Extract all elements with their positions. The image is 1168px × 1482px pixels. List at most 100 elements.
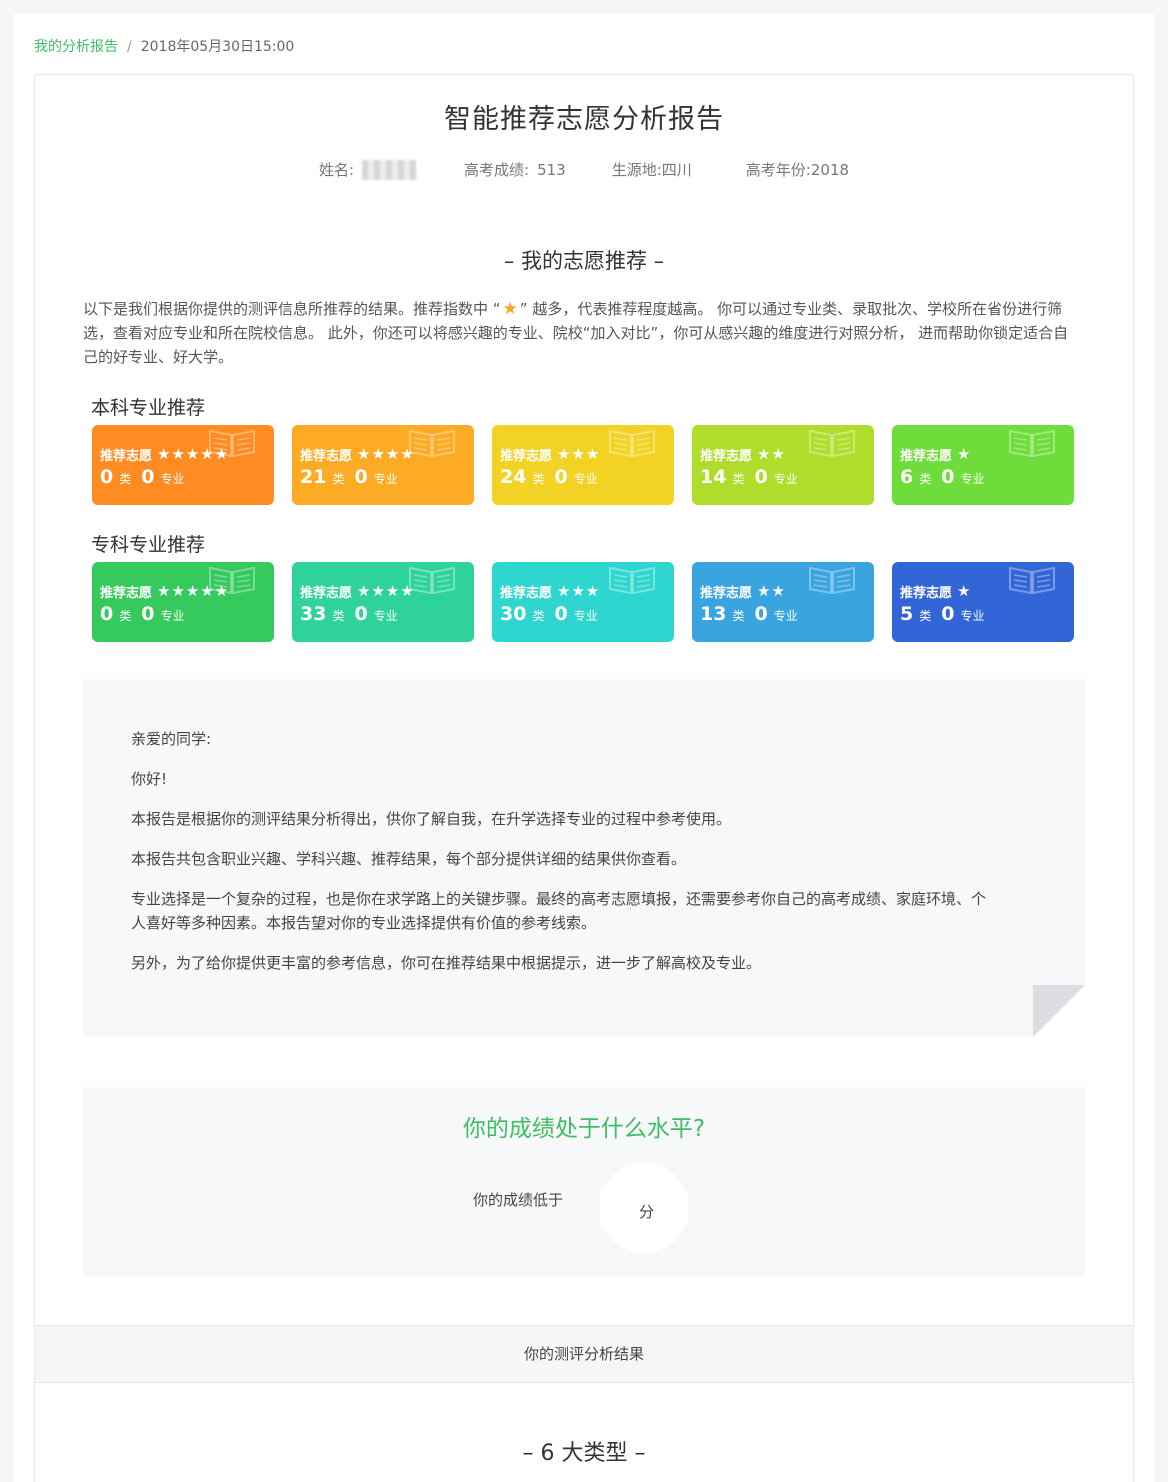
types-heading: – 6 大类型 – [522, 1441, 646, 1466]
category-unit: 类 [732, 609, 745, 623]
major-unit: 专业 [373, 609, 398, 623]
major-unit: 专业 [573, 609, 598, 623]
breadcrumb-link-reports[interactable]: 我的分析报告 [34, 39, 118, 55]
recommend-card[interactable]: 推荐志愿 ★★★★ 33 类 0 专业 [292, 562, 474, 642]
card-title: 推荐志愿 [300, 585, 353, 601]
category-count: 21 [300, 466, 327, 488]
major-count: 0 [941, 466, 955, 488]
category-count: 5 [900, 603, 914, 625]
category-unit: 类 [532, 472, 545, 486]
recommend-card[interactable]: 推荐志愿 ★★★ 24 类 0 专业 [492, 425, 674, 505]
major-count: 0 [754, 603, 768, 625]
meta-score-label: 高考成绩: [464, 161, 530, 179]
meta-origin-label: 生源地: [611, 161, 662, 179]
card-counts: 13 类 0 专业 [700, 603, 866, 625]
major-unit: 专业 [373, 472, 398, 486]
category-count: 14 [700, 466, 727, 488]
major-count: 0 [141, 466, 155, 488]
card-title: 推荐志愿 [900, 585, 953, 601]
intro-text-before: 以下是我们根据你提供的测评信息所推荐的结果。推荐指数中 “ [83, 300, 501, 318]
recommend-card[interactable]: 推荐志愿 ★★★★★ 0 类 0 专业 [92, 425, 274, 505]
category-count: 24 [500, 466, 527, 488]
card-counts: 21 类 0 专业 [300, 466, 466, 488]
score-circle: 分 [599, 1163, 689, 1253]
category-count: 6 [900, 466, 914, 488]
category-count: 0 [100, 466, 114, 488]
book-icon [808, 427, 856, 458]
book-icon [1008, 564, 1056, 595]
meta-year: 高考年份: 2018 [746, 159, 849, 180]
card-counts: 6 类 0 专业 [900, 466, 1066, 488]
star-rating-icon: ★★ [757, 582, 786, 600]
undergrad-card-row: 推荐志愿 ★★★★★ 0 类 0 专业 推荐志愿 ★★★★ 21 类 0 专业 推荐志愿 ★★★ 24 类 0 专… [92, 425, 1074, 505]
star-rating-icon: ★★ [757, 445, 786, 463]
recommend-card[interactable]: 推荐志愿 ★ 5 类 0 专业 [892, 562, 1074, 642]
book-icon [608, 564, 656, 595]
meta-score-value: 513 [537, 160, 566, 179]
recommend-card[interactable]: 推荐志愿 ★★ 13 类 0 专业 [692, 562, 874, 642]
vocational-card-row: 推荐志愿 ★★★★★ 0 类 0 专业 推荐志愿 ★★★★ 33 类 0 专业 推荐志愿 ★★★ 30 类 0 专… [92, 562, 1074, 642]
book-icon [408, 427, 456, 458]
breadcrumb: 我的分析报告 / 2018年05月30日15:00 [34, 36, 294, 56]
major-unit: 专业 [960, 609, 985, 623]
letter-paragraph: 专业选择是一个复杂的过程，也是你在求学路上的关键步骤。最终的高考志愿填报，还需要… [131, 890, 987, 932]
major-count: 0 [754, 466, 768, 488]
breadcrumb-current: 2018年05月30日15:00 [140, 39, 295, 55]
report-meta: 姓名: 高考成绩: 513 生源地: 四川 高考年份: 2018 [35, 159, 1133, 180]
major-count: 0 [941, 603, 955, 625]
letter-paragraph: 本报告是根据你的测评结果分析得出，供你了解自我，在升学选择专业的过程中参考使用。 [131, 810, 732, 828]
category-count: 30 [500, 603, 527, 625]
meta-origin: 生源地: 四川 [612, 159, 692, 180]
recommend-card[interactable]: 推荐志愿 ★ 6 类 0 专业 [892, 425, 1074, 505]
major-count: 0 [354, 603, 368, 625]
book-icon [608, 427, 656, 458]
card-title: 推荐志愿 [100, 448, 153, 464]
meta-year-value: 2018 [810, 160, 850, 179]
letter-panel: 亲爱的同学: 你好! 本报告是根据你的测评结果分析得出，供你了解自我，在升学选择… [83, 679, 1085, 1037]
page: 我的分析报告 / 2018年05月30日15:00 智能推荐志愿分析报告 姓名: 高… [14, 14, 1154, 1482]
card-counts: 0 类 0 专业 [100, 603, 266, 625]
meta-name-label: 姓名: [318, 161, 355, 179]
category-unit: 类 [332, 472, 345, 486]
card-counts: 14 类 0 专业 [700, 466, 866, 488]
book-icon [1008, 427, 1056, 458]
book-icon [408, 564, 456, 595]
card-counts: 30 类 0 专业 [500, 603, 666, 625]
score-level-panel: 你的成绩处于什么水平? 你的成绩低于 分 [83, 1087, 1085, 1277]
book-icon [208, 564, 256, 595]
letter-hello: 你好! [131, 770, 168, 788]
analysis-result-bar[interactable]: 你的测评分析结果 [35, 1325, 1133, 1383]
report-panel: 智能推荐志愿分析报告 姓名: 高考成绩: 513 生源地: 四川 高考年份: 2… [34, 74, 1134, 1482]
score-unit: 分 [639, 1203, 655, 1221]
recommend-card[interactable]: 推荐志愿 ★★ 14 类 0 专业 [692, 425, 874, 505]
card-title: 推荐志愿 [300, 448, 353, 464]
card-counts: 0 类 0 专业 [100, 466, 266, 488]
major-unit: 专业 [160, 472, 185, 486]
star-rating-icon: ★★★ [557, 445, 601, 463]
category-unit: 类 [732, 472, 745, 486]
recommend-card[interactable]: 推荐志愿 ★★★ 30 类 0 专业 [492, 562, 674, 642]
category-count: 33 [300, 603, 327, 625]
category-unit: 类 [919, 472, 932, 486]
category-count: 13 [700, 603, 727, 625]
major-count: 0 [554, 466, 568, 488]
major-unit: 专业 [773, 609, 798, 623]
major-unit: 专业 [773, 472, 798, 486]
category-unit: 类 [119, 609, 132, 623]
star-rating-icon: ★ [957, 445, 972, 463]
report-title: 智能推荐志愿分析报告 [444, 104, 724, 135]
star-rating-icon: ★★★ [557, 582, 601, 600]
major-unit: 专业 [573, 472, 598, 486]
card-title: 推荐志愿 [100, 585, 153, 601]
category-unit: 类 [332, 609, 345, 623]
recommend-card[interactable]: 推荐志愿 ★★★★★ 0 类 0 专业 [92, 562, 274, 642]
star-rating-icon: ★★★★ [357, 582, 415, 600]
book-icon [208, 427, 256, 458]
name-redacted [362, 159, 417, 180]
recommend-card[interactable]: 推荐志愿 ★★★★ 21 类 0 专业 [292, 425, 474, 505]
meta-score: 高考成绩: 513 [464, 159, 566, 180]
card-title: 推荐志愿 [700, 585, 753, 601]
major-unit: 专业 [960, 472, 985, 486]
undergrad-label: 本科专业推荐 [91, 397, 206, 419]
category-unit: 类 [919, 609, 932, 623]
